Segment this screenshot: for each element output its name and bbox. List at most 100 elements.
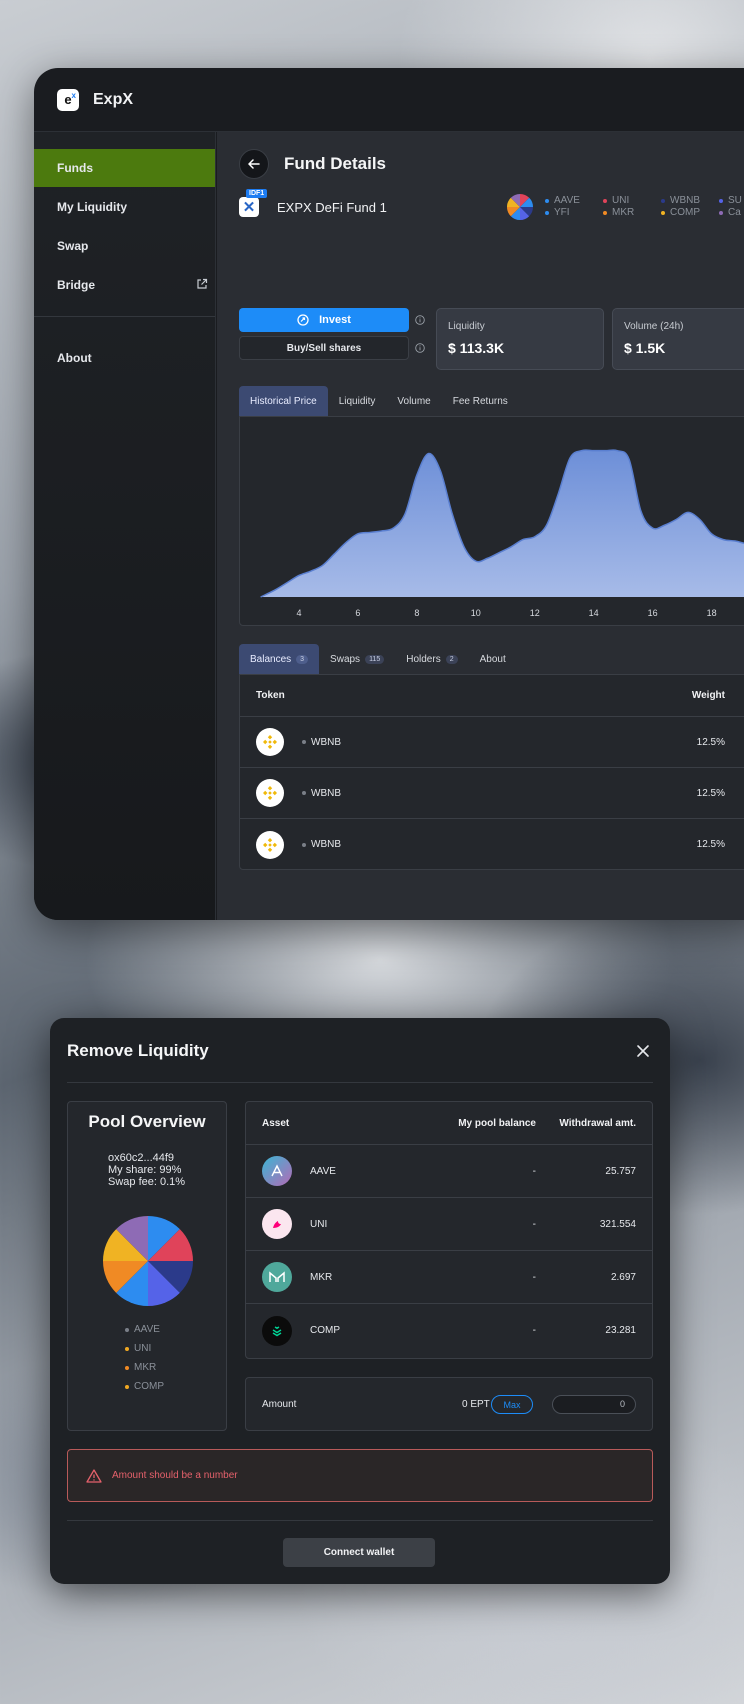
table-header: Token Weight <box>240 675 744 717</box>
back-button[interactable] <box>239 149 269 179</box>
tab-fee-returns[interactable]: Fee Returns <box>442 386 519 416</box>
legend-label: AAVE <box>554 195 580 206</box>
bnb-icon <box>256 830 284 859</box>
sidebar: Funds My Liquidity Swap Bridge About <box>34 132 216 920</box>
x-tick-label: 18 <box>707 608 717 618</box>
stat-label: Liquidity <box>448 321 485 332</box>
pool-balance: - <box>532 1165 536 1177</box>
liquidity-stat-card: Liquidity $ 113.3K <box>436 308 604 370</box>
x-tick-label: 10 <box>471 608 481 618</box>
app-window: e x ExpX Funds My Liquidity Swap Bridge … <box>34 68 744 920</box>
table-row[interactable]: AAVE - 25.757 <box>246 1145 652 1198</box>
legend-label: COMP <box>134 1381 164 1392</box>
price-chart: 468101214161820 <box>260 449 744 618</box>
token-table: Token Weight WBNB 12.5% WBNB 12.5% WBNB … <box>239 674 744 870</box>
token-weight: 12.5% <box>696 787 725 799</box>
pool-composition-pie <box>103 1216 193 1306</box>
table-row[interactable]: MKR - 2.697 <box>246 1251 652 1304</box>
token-name: WBNB <box>311 839 341 850</box>
tab-volume[interactable]: Volume <box>386 386 441 416</box>
remove-liquidity-modal: Remove Liquidity Pool Overview ox60c2...… <box>50 1018 670 1584</box>
fund-icon: ✕ IDF1 <box>239 189 268 217</box>
table-header: Asset My pool balance Withdrawal amt. <box>246 1102 652 1145</box>
amount-input[interactable]: 0 <box>552 1395 636 1414</box>
table-row[interactable]: UNI - 321.554 <box>246 1198 652 1251</box>
legend-item: MKR <box>125 1362 164 1373</box>
withdrawal-amount: 25.757 <box>605 1165 636 1177</box>
pool-share: My share: 99% <box>108 1164 182 1176</box>
logo-superscript: x <box>71 90 76 100</box>
fund-header: ✕ IDF1 EXPX DeFi Fund 1 <box>239 189 387 221</box>
legend-dot <box>661 198 665 203</box>
legend-item: YFI <box>545 207 603 218</box>
legend-label: UNI <box>134 1343 152 1354</box>
page-title: Fund Details <box>284 154 387 173</box>
close-icon[interactable] <box>636 1044 650 1058</box>
expx-logo[interactable]: e x <box>57 88 79 111</box>
token-weight: 12.5% <box>696 736 725 748</box>
withdrawal-amount: 321.554 <box>599 1218 636 1230</box>
balance-tabs: Balances 3 Swaps 115 Holders 2 About <box>239 644 517 674</box>
amount-balance: 0 EPT <box>462 1399 490 1410</box>
x-tick-label: 6 <box>355 608 360 618</box>
asset-name: AAVE <box>310 1165 336 1177</box>
table-row[interactable]: WBNB 12.5% <box>240 819 744 870</box>
bnb-icon <box>256 728 284 756</box>
table-row[interactable]: WBNB 12.5% <box>240 717 744 768</box>
volume-stat-card: Volume (24h) $ 1.5K <box>612 308 744 370</box>
sidebar-item-label: Swap <box>57 239 89 253</box>
asset-name: COMP <box>310 1325 340 1336</box>
sidebar-item-label: Bridge <box>57 278 96 292</box>
sidebar-item-about[interactable]: About <box>34 339 215 377</box>
info-icon[interactable] <box>415 343 425 353</box>
pool-balance: - <box>532 1325 536 1336</box>
modal-divider <box>67 1082 653 1083</box>
tab-about[interactable]: About <box>469 644 517 674</box>
max-button[interactable]: Max <box>491 1395 533 1414</box>
uni-icon <box>262 1209 292 1239</box>
tab-holders[interactable]: Holders 2 <box>395 644 468 674</box>
x-tick-label: 16 <box>648 608 658 618</box>
tab-label: About <box>479 653 506 665</box>
asset-name: MKR <box>310 1271 333 1283</box>
sidebar-item-bridge[interactable]: Bridge <box>34 266 215 304</box>
pool-address: ox60c2...44f9 <box>108 1152 175 1164</box>
fund-legend: AAVE UNI WBNB SU YFI MKR COMP Ca <box>545 195 744 218</box>
table-row[interactable]: WBNB 12.5% <box>240 768 744 819</box>
legend-item: SU <box>719 195 744 206</box>
fund-name: EXPX DeFi Fund 1 <box>277 199 387 215</box>
legend-label: WBNB <box>670 195 700 206</box>
legend-dot <box>125 1327 129 1332</box>
invest-button[interactable]: Invest <box>239 308 409 332</box>
tab-liquidity[interactable]: Liquidity <box>328 386 387 416</box>
legend-dot <box>603 198 607 203</box>
legend-dot <box>661 210 665 215</box>
table-row[interactable]: COMP - 23.281 <box>246 1304 652 1357</box>
count-badge: 3 <box>296 654 309 664</box>
pool-balance-column-header: My pool balance <box>458 1117 536 1129</box>
tab-balances[interactable]: Balances 3 <box>239 644 320 674</box>
error-message: Amount should be a number <box>112 1470 238 1481</box>
sidebar-item-funds[interactable]: Funds <box>34 149 215 187</box>
legend-label: UNI <box>612 195 630 206</box>
tab-historical-price[interactable]: Historical Price <box>239 386 328 416</box>
withdrawal-amount: 23.281 <box>605 1325 636 1336</box>
amount-card: Amount 0 EPT Max 0 <box>245 1377 653 1431</box>
sidebar-item-my-liquidity[interactable]: My Liquidity <box>34 188 215 226</box>
x-tick-label: 12 <box>530 608 540 618</box>
info-icon[interactable] <box>415 315 425 325</box>
chart-tabs: Historical Price Liquidity Volume Fee Re… <box>239 386 519 416</box>
stat-label: Volume (24h) <box>624 321 684 332</box>
fund-tag: IDF1 <box>246 189 268 198</box>
pool-info: ox60c2...44f9 My share: 99% Swap fee: 0.… <box>108 1152 226 1188</box>
sidebar-item-swap[interactable]: Swap <box>34 227 215 265</box>
status-dot <box>302 842 306 847</box>
legend-label: MKR <box>612 207 635 218</box>
legend-label: AAVE <box>134 1324 160 1335</box>
buy-sell-shares-button[interactable]: Buy/Sell shares <box>239 336 409 360</box>
connect-wallet-button[interactable]: Connect wallet <box>283 1538 435 1567</box>
legend-item: AAVE <box>545 195 603 206</box>
tab-swaps[interactable]: Swaps 115 <box>319 644 395 674</box>
pool-swap-fee: Swap fee: 0.1% <box>108 1176 186 1188</box>
pool-balance: - <box>532 1218 536 1230</box>
